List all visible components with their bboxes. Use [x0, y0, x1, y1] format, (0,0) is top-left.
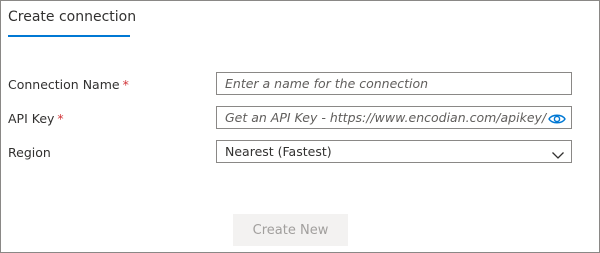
create-connection-dialog: Create connection Connection Name * Enter… — [0, 0, 600, 253]
connection-name-label-text: Connection Name — [8, 77, 120, 92]
api-key-input[interactable]: Get an API Key - https://www.encodian.co… — [216, 106, 572, 129]
tab-create-connection[interactable]: Create connection — [8, 9, 136, 25]
api-key-label-text: API Key — [8, 111, 55, 126]
required-marker: * — [122, 77, 129, 92]
create-new-button[interactable]: Create New — [233, 214, 348, 246]
connection-name-label: Connection Name * — [8, 77, 129, 92]
required-marker: * — [57, 111, 64, 126]
connection-name-input[interactable]: Enter a name for the connection — [216, 72, 572, 95]
region-selected-value: Nearest (Fastest) — [225, 144, 332, 159]
chevron-down-icon — [551, 146, 565, 159]
eye-icon[interactable] — [548, 111, 566, 125]
api-key-label: API Key * — [8, 111, 64, 126]
connection-name-placeholder: Enter a name for the connection — [225, 76, 429, 91]
api-key-placeholder: Get an API Key - https://www.encodian.co… — [225, 110, 547, 125]
region-label: Region — [8, 145, 51, 160]
tab-active-indicator — [8, 35, 130, 37]
region-dropdown[interactable]: Nearest (Fastest) — [216, 140, 572, 163]
